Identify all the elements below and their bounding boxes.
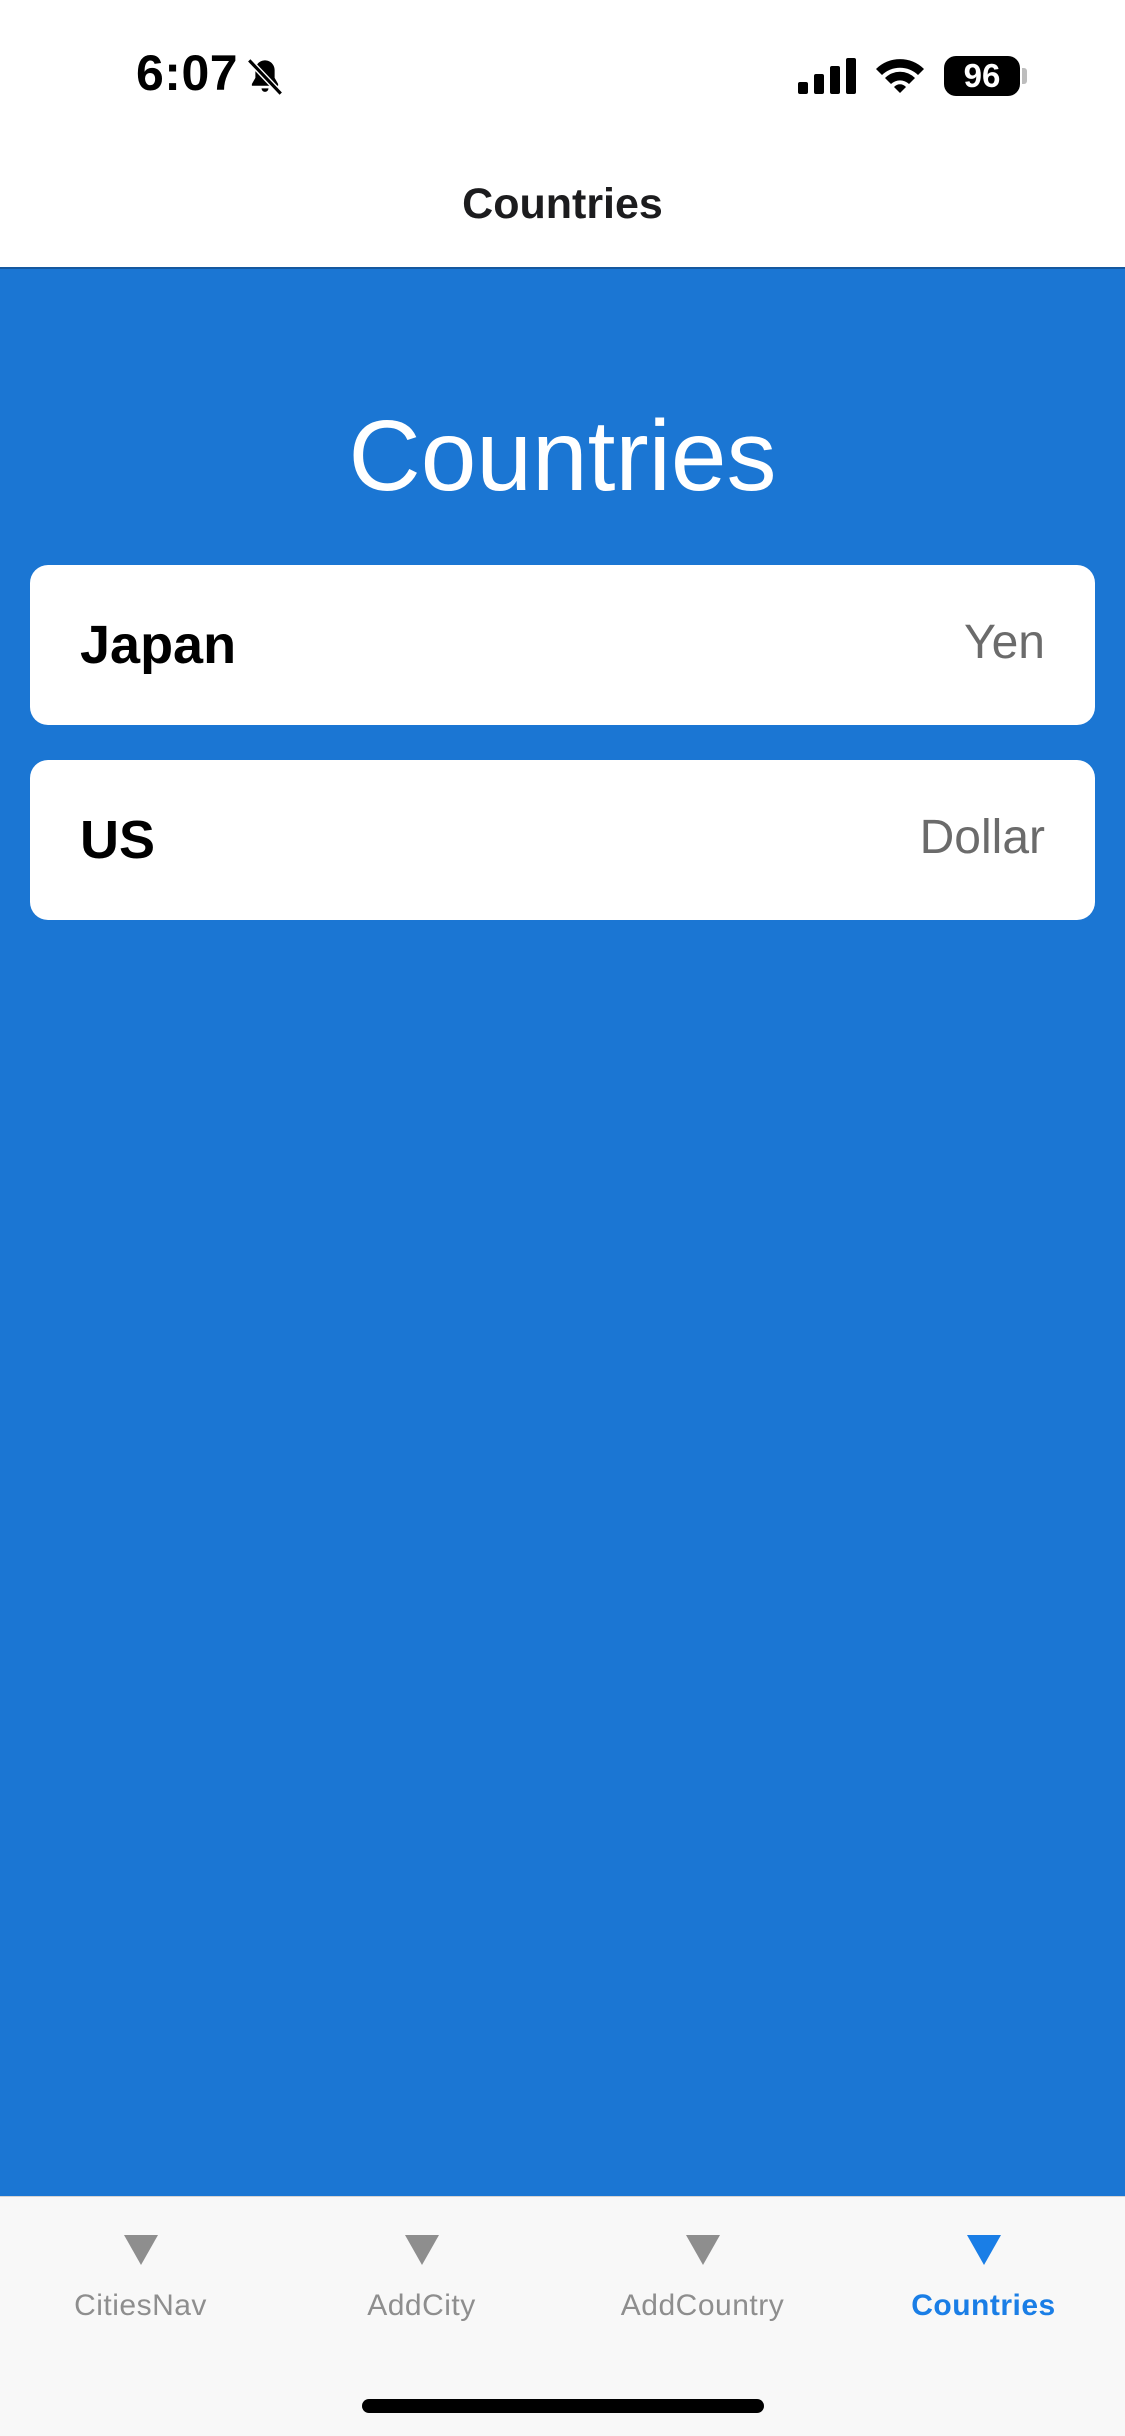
countries-content: Countries Japan Yen US Dollar (0, 269, 1125, 2196)
country-name: Japan (80, 615, 237, 675)
country-currency: Yen (964, 616, 1045, 669)
tab-countries[interactable]: Countries (843, 2197, 1124, 2337)
wifi-icon (876, 59, 924, 93)
tab-label: CitiesNav (74, 2289, 207, 2322)
battery-level: 96 (963, 57, 1001, 94)
triangle-down-icon (404, 2235, 439, 2265)
tab-addcity[interactable]: AddCity (281, 2197, 562, 2337)
status-time: 6:07 (136, 45, 239, 101)
tab-label: Countries (911, 2289, 1056, 2322)
battery-icon: 96 (944, 56, 1020, 96)
triangle-down-icon (966, 2235, 1001, 2265)
tab-citiesnav[interactable]: CitiesNav (0, 2197, 281, 2337)
navigation-bar: Countries (0, 150, 1125, 269)
battery-cap (1022, 68, 1027, 84)
app-screen: 6:07 96 Countries Countries Japan Yen US… (0, 0, 1125, 2436)
country-row-japan[interactable]: Japan Yen (30, 565, 1095, 725)
page-heading: Countries (348, 400, 777, 512)
country-row-us[interactable]: US Dollar (30, 760, 1095, 920)
bell-slash-icon (247, 58, 283, 96)
country-currency: Dollar (919, 811, 1045, 864)
tab-bar: CitiesNav AddCity AddCountry Countries (0, 2196, 1125, 2436)
triangle-down-icon (685, 2235, 720, 2265)
tab-addcountry[interactable]: AddCountry (562, 2197, 843, 2337)
country-name: US (80, 810, 156, 870)
triangle-down-icon (123, 2235, 158, 2265)
status-bar: 6:07 96 (0, 0, 1125, 150)
tab-label: AddCountry (620, 2289, 785, 2322)
cellular-signal-icon (798, 58, 856, 94)
nav-title: Countries (462, 180, 663, 228)
tab-label: AddCity (367, 2289, 476, 2322)
home-indicator[interactable] (362, 2399, 764, 2413)
